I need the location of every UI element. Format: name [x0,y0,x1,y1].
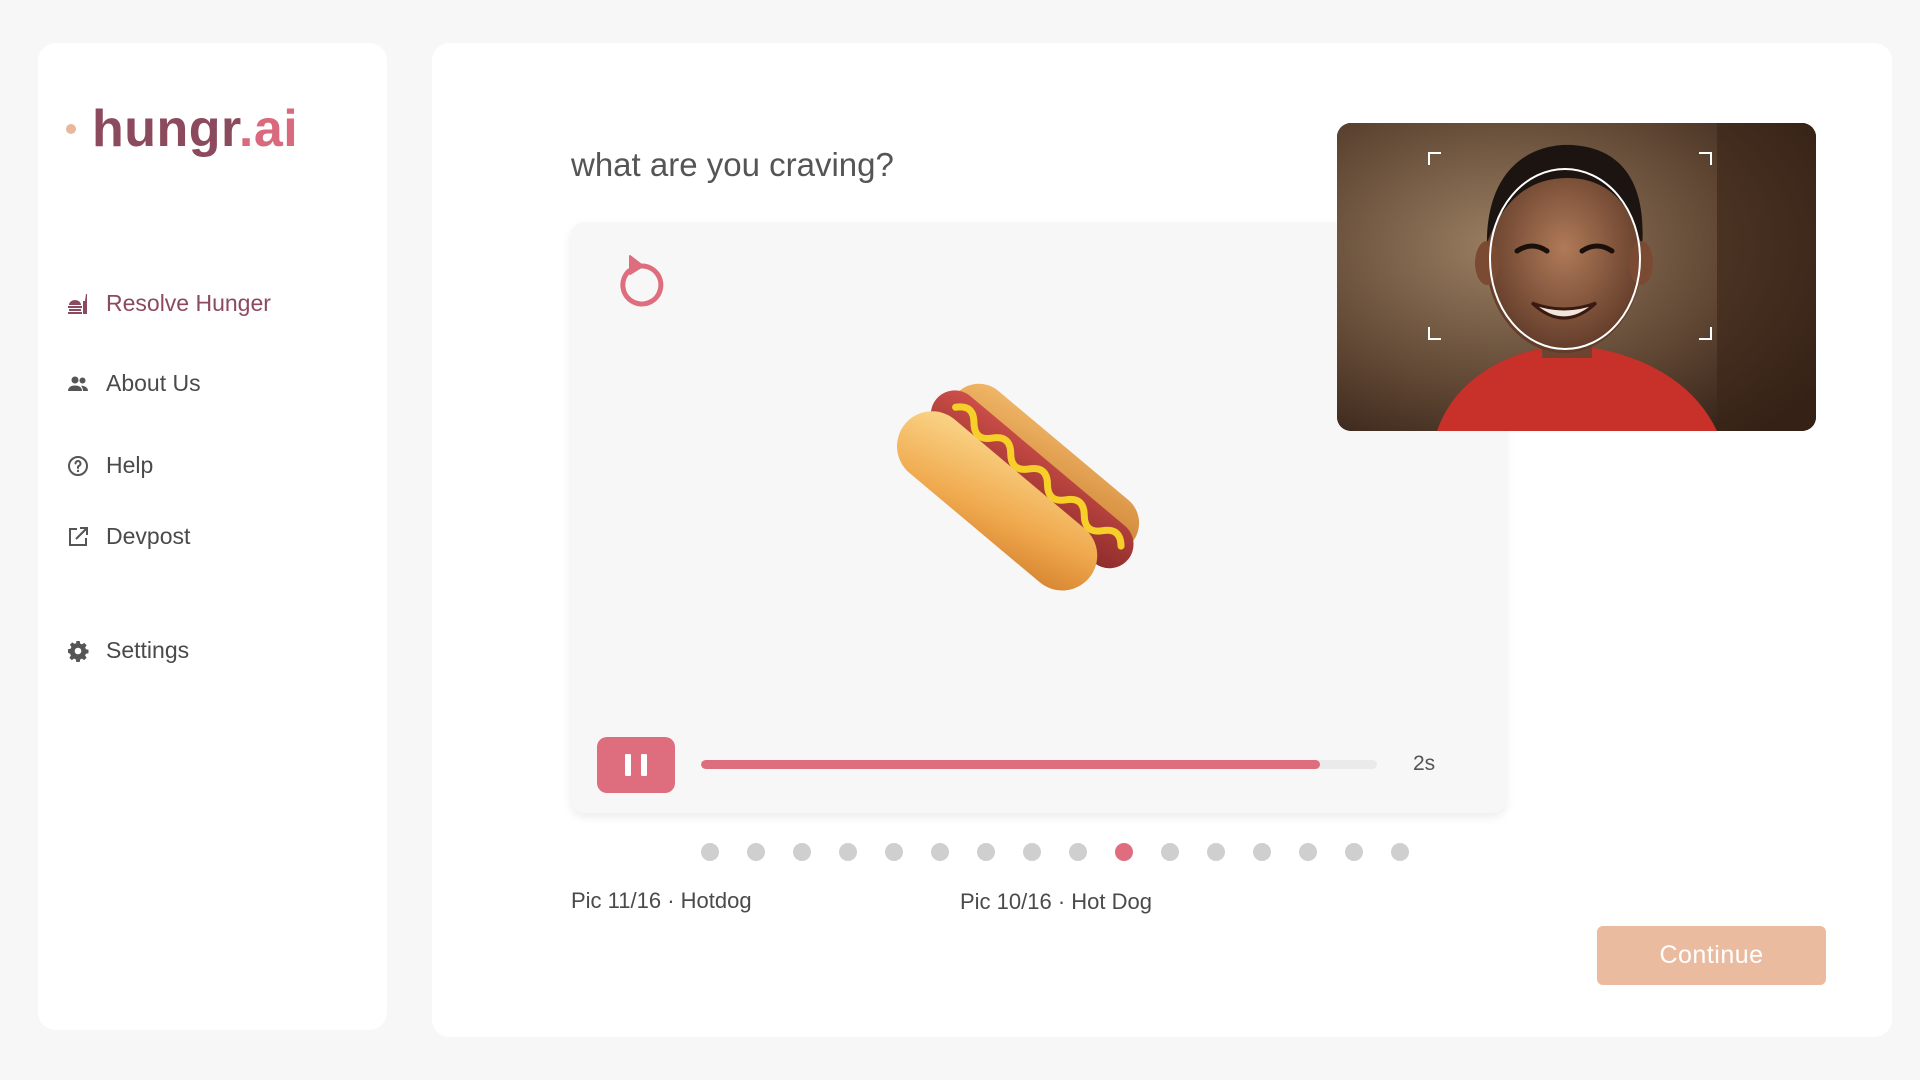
help-circle-icon [66,454,90,478]
sidebar-item-label: About Us [106,370,201,396]
carousel-dot[interactable] [1345,843,1363,861]
hotdog-emoji [897,383,1140,591]
sidebar-item-help[interactable]: Help [66,452,153,479]
sidebar-item-settings[interactable]: Settings [66,637,189,664]
food-icon [66,292,90,316]
pause-icon-bar [641,754,647,776]
logo-dot [66,124,76,134]
continue-button[interactable]: Continue [1597,926,1826,985]
carousel-dot[interactable] [839,843,857,861]
pause-button[interactable] [597,737,675,793]
carousel-dot[interactable] [1299,843,1317,861]
webcam-preview [1337,123,1816,431]
caption-current: Pic 11/16 · Hotdog [571,888,752,913]
gear-icon [66,639,90,663]
sidebar-item-label: Devpost [106,523,191,549]
carousel-dot[interactable] [701,843,719,861]
carousel-dot[interactable] [885,843,903,861]
carousel-dot[interactable] [977,843,995,861]
logo-name-suffix: .ai [238,100,299,158]
carousel-dot[interactable] [1161,843,1179,861]
carousel-dot[interactable] [1391,843,1409,861]
logo[interactable]: hungr.ai [66,99,298,159]
replay-button[interactable] [611,250,667,312]
sidebar-item-about-us[interactable]: About Us [66,370,201,397]
sidebar-item-label: Help [106,452,154,478]
carousel-dot[interactable] [793,843,811,861]
people-icon [66,372,90,396]
time-remaining: 2s [1413,752,1436,775]
carousel-dot[interactable] [931,843,949,861]
timer-progress-bar [701,760,1377,769]
logo-text: hungr.ai [92,99,298,159]
pause-icon [625,754,631,776]
caption-previous: Pic 10/16 · Hot Dog [960,889,1152,914]
replay-icon [620,255,664,307]
sidebar-item-devpost[interactable]: Devpost [66,523,190,550]
webcam-feed [1337,123,1816,431]
carousel-dot[interactable] [1207,843,1225,861]
page-title: what are you craving? [571,146,894,183]
external-link-icon [66,525,90,549]
sidebar-item-label: Resolve Hunger [106,290,271,316]
sidebar-item-label: Settings [106,637,190,663]
logo-name-main: hungr [92,100,239,158]
carousel-dot[interactable] [1069,843,1087,861]
carousel-dot[interactable] [1115,843,1133,861]
carousel-dot[interactable] [747,843,765,861]
carousel-dot[interactable] [1023,843,1041,861]
sidebar-item-resolve-hunger[interactable]: Resolve Hunger [66,290,271,317]
carousel-dot[interactable] [1253,843,1271,861]
timer-progress-fill [701,760,1320,769]
carousel-dots [701,843,1409,861]
